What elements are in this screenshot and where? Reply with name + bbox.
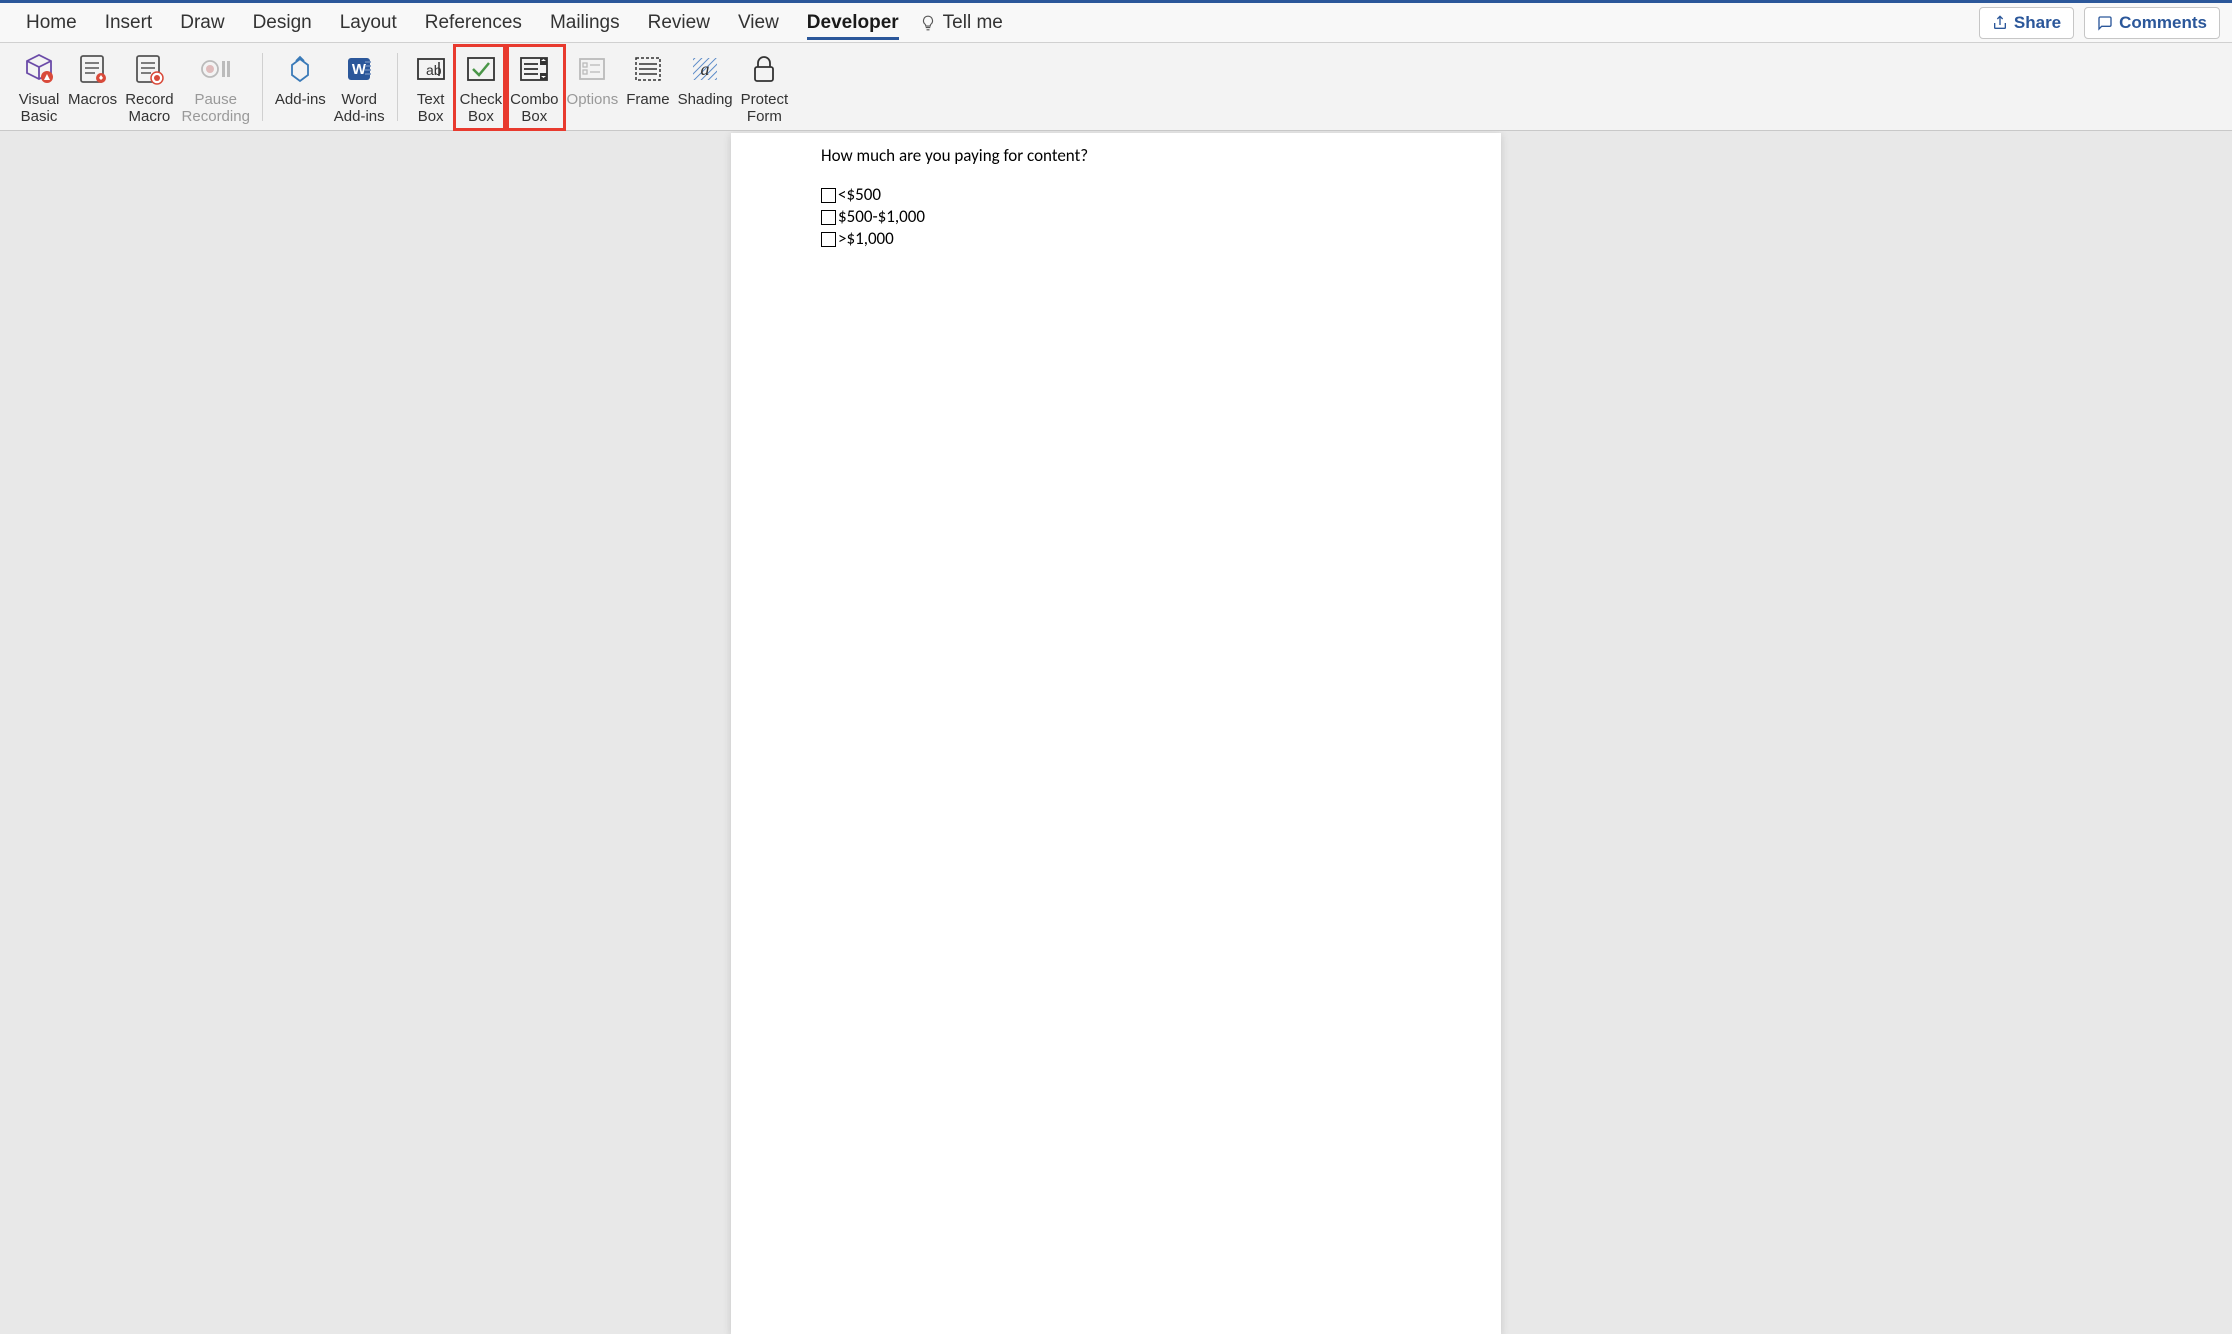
option-text[interactable]: <$500 [838, 184, 881, 206]
shading-button[interactable]: a Shading [674, 47, 737, 110]
pause-recording-icon [198, 51, 234, 87]
addins-icon [282, 51, 318, 87]
comments-icon [2097, 15, 2113, 31]
svg-text:a: a [701, 59, 710, 79]
word-addins-button[interactable]: W Word Add-ins [330, 47, 389, 128]
tab-layout[interactable]: Layout [326, 3, 411, 43]
record-macro-label: Record Macro [125, 91, 173, 126]
ribbon-toolbar: Visual Basic Macros [0, 43, 2232, 131]
tab-mailings[interactable]: Mailings [536, 3, 634, 43]
share-label: Share [2014, 13, 2061, 33]
content-area: How much are you paying for content? <$5… [0, 131, 2232, 1334]
toolbar-group-code: Visual Basic Macros [10, 47, 258, 128]
checkbox-control[interactable] [821, 232, 836, 247]
tab-home[interactable]: Home [12, 3, 91, 43]
visual-basic-icon [21, 51, 57, 87]
text-box-button[interactable]: ab Text Box [406, 47, 456, 128]
protect-form-label: Protect Form [741, 91, 789, 126]
options-icon [574, 51, 610, 87]
record-macro-button[interactable]: Record Macro [121, 47, 177, 128]
share-icon [1992, 15, 2008, 31]
frame-button[interactable]: Frame [622, 47, 673, 110]
tell-me-label: Tell me [943, 12, 1003, 34]
comments-button[interactable]: Comments [2084, 7, 2220, 39]
toolbar-separator [397, 53, 398, 121]
pause-recording-button: Pause Recording [178, 47, 254, 128]
option-text[interactable]: >$1,000 [838, 228, 894, 250]
visual-basic-button[interactable]: Visual Basic [14, 47, 64, 128]
frame-label: Frame [626, 91, 669, 108]
addins-button[interactable]: Add-ins [271, 47, 330, 110]
toolbar-group-addins: Add-ins W Word Add-ins [267, 47, 393, 128]
macros-label: Macros [68, 91, 117, 108]
combo-box-button[interactable]: Combo Box [503, 44, 565, 131]
tab-developer[interactable]: Developer [793, 3, 913, 43]
tell-me[interactable]: Tell me [919, 12, 1003, 34]
macros-icon [75, 51, 111, 87]
options-label: Options [567, 91, 619, 108]
document-option[interactable]: $500-$1,000 [821, 206, 1411, 228]
tab-references[interactable]: References [411, 3, 536, 43]
protect-form-button[interactable]: Protect Form [737, 47, 793, 128]
toolbar-group-controls: ab Text Box Check Box [402, 47, 797, 128]
checkbox-control[interactable] [821, 210, 836, 225]
combo-box-label: Combo Box [510, 91, 558, 126]
addins-label: Add-ins [275, 91, 326, 108]
record-macro-icon [131, 51, 167, 87]
comments-label: Comments [2119, 13, 2207, 33]
check-box-icon [463, 51, 499, 87]
option-text[interactable]: $500-$1,000 [838, 206, 925, 228]
check-box-label: Check Box [460, 91, 503, 126]
visual-basic-label: Visual Basic [19, 91, 60, 126]
document-option[interactable]: >$1,000 [821, 228, 1411, 250]
combo-box-icon [516, 51, 552, 87]
ribbon-tabs: Home Insert Draw Design Layout Reference… [0, 3, 2232, 43]
text-box-icon: ab [413, 51, 449, 87]
share-button[interactable]: Share [1979, 7, 2074, 39]
svg-text:W: W [352, 61, 367, 78]
shading-icon: a [687, 51, 723, 87]
lightbulb-icon [919, 14, 937, 32]
frame-icon [630, 51, 666, 87]
tab-design[interactable]: Design [239, 3, 326, 43]
word-addins-label: Word Add-ins [334, 91, 385, 126]
tab-insert[interactable]: Insert [91, 3, 167, 43]
checkbox-control[interactable] [821, 188, 836, 203]
right-actions: Share Comments [1979, 7, 2220, 39]
pause-recording-label: Pause Recording [182, 91, 250, 126]
document-question[interactable]: How much are you paying for content? [821, 145, 1411, 166]
tab-review[interactable]: Review [634, 3, 724, 43]
text-box-label: Text Box [417, 91, 445, 126]
document-option[interactable]: <$500 [821, 184, 1411, 206]
check-box-button[interactable]: Check Box [453, 44, 510, 131]
shading-label: Shading [678, 91, 733, 108]
options-button: Options [563, 47, 623, 110]
tab-view[interactable]: View [724, 3, 793, 43]
toolbar-separator [262, 53, 263, 121]
tab-draw[interactable]: Draw [166, 3, 238, 43]
app-container: Home Insert Draw Design Layout Reference… [0, 0, 2232, 1334]
macros-button[interactable]: Macros [64, 47, 121, 110]
document-page[interactable]: How much are you paying for content? <$5… [731, 133, 1501, 1334]
protect-form-icon [746, 51, 782, 87]
word-addins-icon: W [341, 51, 377, 87]
